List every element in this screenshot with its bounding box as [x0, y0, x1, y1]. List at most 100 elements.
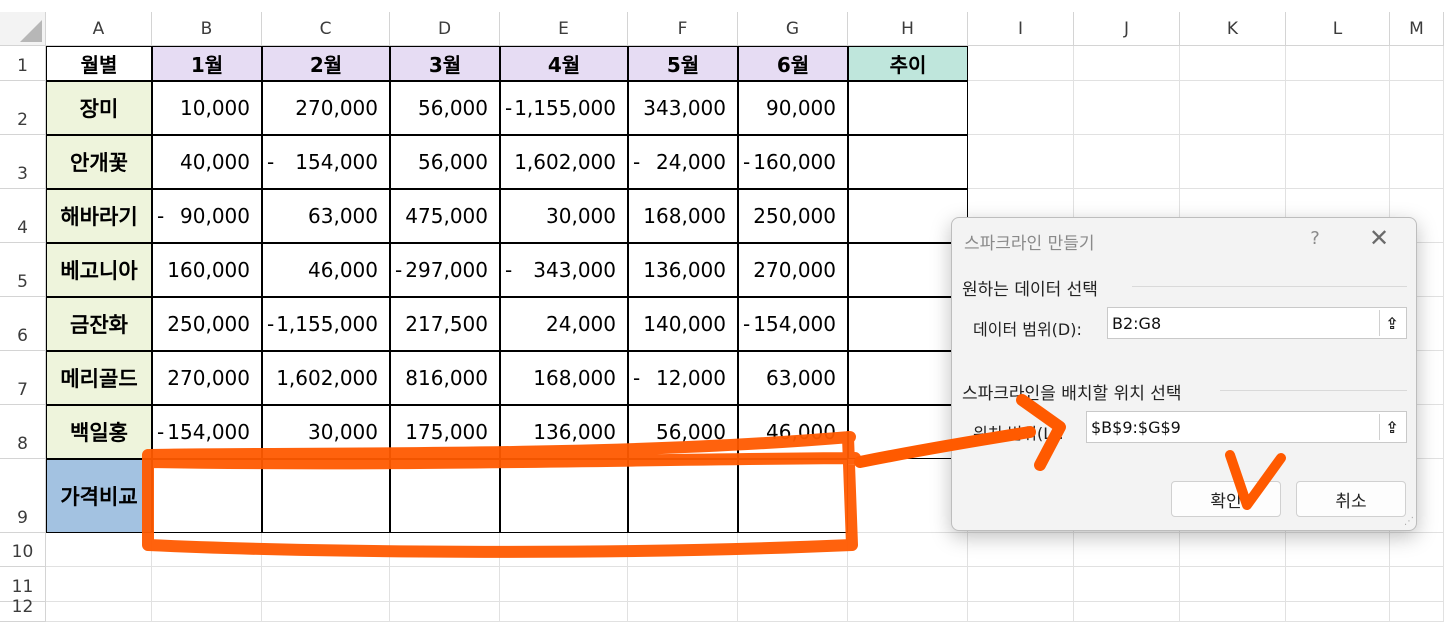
value-cell[interactable]: 140,000 — [628, 297, 738, 351]
cell[interactable] — [968, 567, 1074, 602]
cell[interactable] — [390, 602, 500, 622]
select-all-corner[interactable] — [0, 12, 46, 46]
value-cell[interactable]: 90,000 — [738, 81, 848, 135]
cell[interactable] — [1390, 81, 1444, 135]
column-header-D[interactable]: D — [390, 12, 500, 46]
cell[interactable] — [1180, 533, 1286, 567]
close-icon[interactable]: ✕ — [1364, 224, 1394, 252]
value-cell[interactable]: 475,000 — [390, 189, 500, 243]
cell[interactable] — [46, 567, 152, 602]
cell[interactable] — [1180, 602, 1286, 622]
cell[interactable] — [1074, 81, 1180, 135]
row-header-2[interactable]: 2 — [0, 81, 46, 135]
sparkline-target-cell[interactable] — [152, 459, 262, 533]
cell[interactable] — [152, 533, 262, 567]
cell[interactable] — [390, 567, 500, 602]
cell[interactable] — [500, 602, 628, 622]
cell[interactable] — [1074, 602, 1180, 622]
column-header-I[interactable]: I — [968, 12, 1074, 46]
cell[interactable] — [1074, 46, 1180, 81]
cancel-button[interactable]: 취소 — [1296, 481, 1406, 517]
cell[interactable] — [500, 533, 628, 567]
value-cell[interactable]: -343,000 — [500, 243, 628, 297]
value-cell[interactable]: 136,000 — [500, 405, 628, 459]
value-cell[interactable]: 56,000 — [628, 405, 738, 459]
header-month-cell[interactable]: 6월 — [738, 46, 848, 81]
cell[interactable] — [628, 533, 738, 567]
cell[interactable] — [628, 602, 738, 622]
value-cell[interactable]: 10,000 — [152, 81, 262, 135]
column-header-G[interactable]: G — [738, 12, 848, 46]
value-cell[interactable]: 1,602,000 — [500, 135, 628, 189]
sparkline-target-cell[interactable] — [390, 459, 500, 533]
value-cell[interactable]: 136,000 — [628, 243, 738, 297]
cell[interactable] — [1286, 46, 1390, 81]
row-name-cell[interactable]: 금잔화 — [46, 297, 152, 351]
value-cell[interactable]: -24,000 — [628, 135, 738, 189]
row-name-cell[interactable]: 안개꽃 — [46, 135, 152, 189]
row-header-9[interactable]: 9 — [0, 459, 46, 533]
sparkline-target-cell[interactable] — [738, 459, 848, 533]
location-range-input[interactable]: $B$9:$G$9 ⇪ — [1086, 411, 1407, 443]
cell[interactable] — [968, 46, 1074, 81]
value-cell[interactable]: -1,155,000 — [262, 297, 390, 351]
value-cell[interactable]: 168,000 — [500, 351, 628, 405]
header-label-cell[interactable]: 월별 — [46, 46, 152, 81]
header-month-cell[interactable]: 5월 — [628, 46, 738, 81]
value-cell[interactable]: 816,000 — [390, 351, 500, 405]
trend-cell[interactable] — [848, 243, 968, 297]
value-cell[interactable]: -297,000 — [390, 243, 500, 297]
cell[interactable] — [1390, 135, 1444, 189]
cell[interactable] — [848, 567, 968, 602]
sparkline-target-cell[interactable] — [628, 459, 738, 533]
column-header-B[interactable]: B — [152, 12, 262, 46]
column-header-C[interactable]: C — [262, 12, 390, 46]
cell[interactable] — [262, 567, 390, 602]
value-cell[interactable]: -154,000 — [152, 405, 262, 459]
cell[interactable] — [968, 135, 1074, 189]
cell[interactable] — [1286, 135, 1390, 189]
value-cell[interactable]: 160,000 — [152, 243, 262, 297]
range-collapse-icon[interactable]: ⇪ — [1379, 414, 1404, 440]
value-cell[interactable]: 270,000 — [738, 243, 848, 297]
help-icon[interactable]: ? — [1305, 228, 1325, 249]
column-header-K[interactable]: K — [1180, 12, 1286, 46]
resize-grip-icon[interactable]: ⋰ — [1404, 516, 1414, 527]
value-cell[interactable]: 250,000 — [738, 189, 848, 243]
column-header-M[interactable]: M — [1390, 12, 1444, 46]
cell[interactable] — [1390, 46, 1444, 81]
value-cell[interactable]: 1,602,000 — [262, 351, 390, 405]
row-header-5[interactable]: 5 — [0, 243, 46, 297]
value-cell[interactable]: -154,000 — [262, 135, 390, 189]
cell[interactable] — [968, 533, 1074, 567]
row-header-12[interactable]: 12 — [0, 597, 46, 622]
cell[interactable] — [390, 533, 500, 567]
row-header-8[interactable]: 8 — [0, 405, 46, 459]
sparkline-target-cell[interactable] — [500, 459, 628, 533]
value-cell[interactable]: 168,000 — [628, 189, 738, 243]
column-header-L[interactable]: L — [1286, 12, 1390, 46]
range-collapse-icon[interactable]: ⇪ — [1379, 310, 1404, 336]
trend-cell[interactable] — [848, 135, 968, 189]
trend-cell[interactable] — [848, 81, 968, 135]
cell[interactable] — [968, 602, 1074, 622]
ok-button[interactable]: 확인 — [1171, 481, 1281, 517]
value-cell[interactable]: 46,000 — [738, 405, 848, 459]
trend-cell[interactable] — [848, 297, 968, 351]
trend-cell[interactable] — [848, 189, 968, 243]
value-cell[interactable]: -160,000 — [738, 135, 848, 189]
trend-cell[interactable] — [848, 405, 968, 459]
column-header-J[interactable]: J — [1074, 12, 1180, 46]
header-month-cell[interactable]: 2월 — [262, 46, 390, 81]
value-cell[interactable]: 40,000 — [152, 135, 262, 189]
cell[interactable] — [1390, 602, 1444, 622]
cell[interactable] — [1180, 567, 1286, 602]
row-header-10[interactable]: 10 — [0, 533, 46, 567]
value-cell[interactable]: 30,000 — [500, 189, 628, 243]
header-month-cell[interactable]: 4월 — [500, 46, 628, 81]
cell[interactable] — [968, 81, 1074, 135]
row-header-3[interactable]: 3 — [0, 135, 46, 189]
value-cell[interactable]: -154,000 — [738, 297, 848, 351]
cell[interactable] — [848, 533, 968, 567]
row-name-cell[interactable]: 메리골드 — [46, 351, 152, 405]
